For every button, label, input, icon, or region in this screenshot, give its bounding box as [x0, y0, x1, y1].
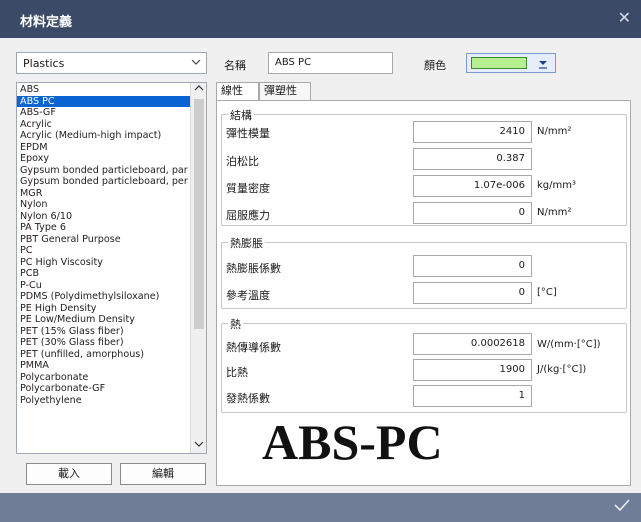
thermal-expansion-coeff-label: 熱膨脹係數	[226, 262, 281, 275]
thermal-expansion-group-title: 熱膨脹	[228, 235, 265, 251]
category-value: Plastics	[23, 57, 65, 70]
thermal-expansion-coeff-field[interactable]: 0	[413, 255, 532, 277]
specific-heat-label: 比熱	[226, 366, 248, 379]
list-item[interactable]: PBT General Purpose	[17, 234, 191, 246]
name-field[interactable]: ABS PC	[268, 52, 393, 74]
chevron-down-icon	[190, 55, 202, 72]
reference-temperature-field[interactable]: 0	[413, 282, 532, 304]
list-item[interactable]: PMMA	[17, 360, 191, 372]
list-item[interactable]: PC High Viscosity	[17, 257, 191, 269]
list-item[interactable]: PDMS (Polydimethylsiloxane)	[17, 291, 191, 303]
reference-temperature-label: 參考溫度	[226, 289, 270, 302]
list-item[interactable]: PET (30% Glass fiber)	[17, 337, 191, 349]
list-item[interactable]: Polycarbonate	[17, 372, 191, 384]
heat-group-title: 熱	[228, 316, 243, 332]
list-item[interactable]: Polycarbonate-GF	[17, 383, 191, 395]
material-list[interactable]: ABS ABS PC ABS-GF Acrylic Acrylic (Medium-hi…	[16, 82, 207, 454]
list-item[interactable]: MGR	[17, 188, 191, 200]
poisson-ratio-field[interactable]: 0.387	[413, 148, 532, 170]
underline-down-arrow-icon	[536, 55, 550, 74]
list-item[interactable]: P-Cu	[17, 280, 191, 292]
specific-heat-unit: J/(kg·[°C])	[537, 364, 587, 375]
list-item[interactable]: PET (15% Glass fiber)	[17, 326, 191, 338]
edit-button[interactable]: 編輯	[120, 463, 206, 485]
mass-density-label: 質量密度	[226, 182, 270, 195]
mass-density-unit: kg/mm³	[537, 180, 576, 191]
title-bar: 材料定義 ✕	[0, 0, 641, 38]
close-icon[interactable]: ✕	[618, 8, 631, 27]
list-item[interactable]: PET (unfilled, amorphous)	[17, 349, 191, 361]
color-picker-button[interactable]	[466, 53, 556, 73]
list-item[interactable]: Acrylic (Medium-high impact)	[17, 130, 191, 142]
checkmark-icon[interactable]	[613, 496, 631, 519]
list-item[interactable]: PE Low/Medium Density	[17, 314, 191, 326]
reference-temperature-unit: [°C]	[537, 287, 557, 298]
heat-generation-coeff-label: 發熱係數	[226, 392, 270, 405]
thermal-conductivity-unit: W/(mm·[°C])	[537, 339, 601, 350]
list-item[interactable]: Nylon	[17, 199, 191, 211]
list-scrollbar[interactable]	[190, 83, 206, 453]
yield-stress-label: 屈服應力	[226, 209, 270, 222]
list-item[interactable]: ABS-GF	[17, 107, 191, 119]
list-item[interactable]: PCB	[17, 268, 191, 280]
list-item[interactable]: Nylon 6/10	[17, 211, 191, 223]
structure-group-title: 結構	[228, 107, 254, 123]
color-swatch	[471, 57, 527, 69]
scrollbar-thumb[interactable]	[194, 99, 204, 329]
tab-elastoplastic[interactable]: 彈塑性	[259, 82, 311, 100]
scroll-down-icon[interactable]	[191, 439, 206, 453]
bottom-bar	[0, 493, 641, 522]
heat-generation-coeff-field[interactable]: 1	[413, 385, 532, 407]
poisson-ratio-label: 泊松比	[226, 155, 259, 168]
yield-stress-unit: N/mm²	[537, 207, 572, 218]
list-item[interactable]: ABS	[17, 84, 191, 96]
thermal-conductivity-field[interactable]: 0.0002618	[413, 333, 532, 355]
yield-stress-field[interactable]: 0	[413, 202, 532, 224]
specific-heat-field[interactable]: 1900	[413, 359, 532, 381]
list-item[interactable]: Epoxy	[17, 153, 191, 165]
material-watermark: ABS-PC	[262, 414, 443, 470]
mass-density-field[interactable]: 1.07e-006	[413, 175, 532, 197]
material-list-items: ABS ABS PC ABS-GF Acrylic Acrylic (Medium-hi…	[17, 84, 191, 406]
list-item[interactable]: Acrylic	[17, 119, 191, 131]
color-label: 顏色	[424, 59, 446, 72]
elastic-modulus-field[interactable]: 2410	[413, 121, 532, 143]
elastic-modulus-unit: N/mm²	[537, 126, 572, 137]
material-definition-dialog: 材料定義 ✕ Plastics ABS ABS PC ABS-GF Acrylic Ac…	[0, 0, 641, 522]
list-item[interactable]: PE High Density	[17, 303, 191, 315]
name-label: 名稱	[224, 59, 246, 72]
list-item[interactable]: PA Type 6	[17, 222, 191, 234]
list-item[interactable]: Gypsum bonded particleboard, par	[17, 165, 191, 177]
list-item[interactable]: ABS PC	[17, 95, 191, 107]
list-item[interactable]: Gypsum bonded particleboard, per	[17, 176, 191, 188]
load-button[interactable]: 載入	[26, 463, 112, 485]
list-item[interactable]: PC	[17, 245, 191, 257]
list-item[interactable]: EPDM	[17, 142, 191, 154]
material-category-dropdown[interactable]: Plastics	[16, 52, 207, 74]
elastic-modulus-label: 彈性模量	[226, 127, 270, 140]
tab-linear[interactable]: 線性	[216, 82, 259, 100]
thermal-conductivity-label: 熱傳導係數	[226, 341, 281, 354]
list-item[interactable]: Polyethylene	[17, 395, 191, 407]
scroll-up-icon[interactable]	[191, 83, 206, 97]
dialog-title: 材料定義	[20, 15, 73, 30]
